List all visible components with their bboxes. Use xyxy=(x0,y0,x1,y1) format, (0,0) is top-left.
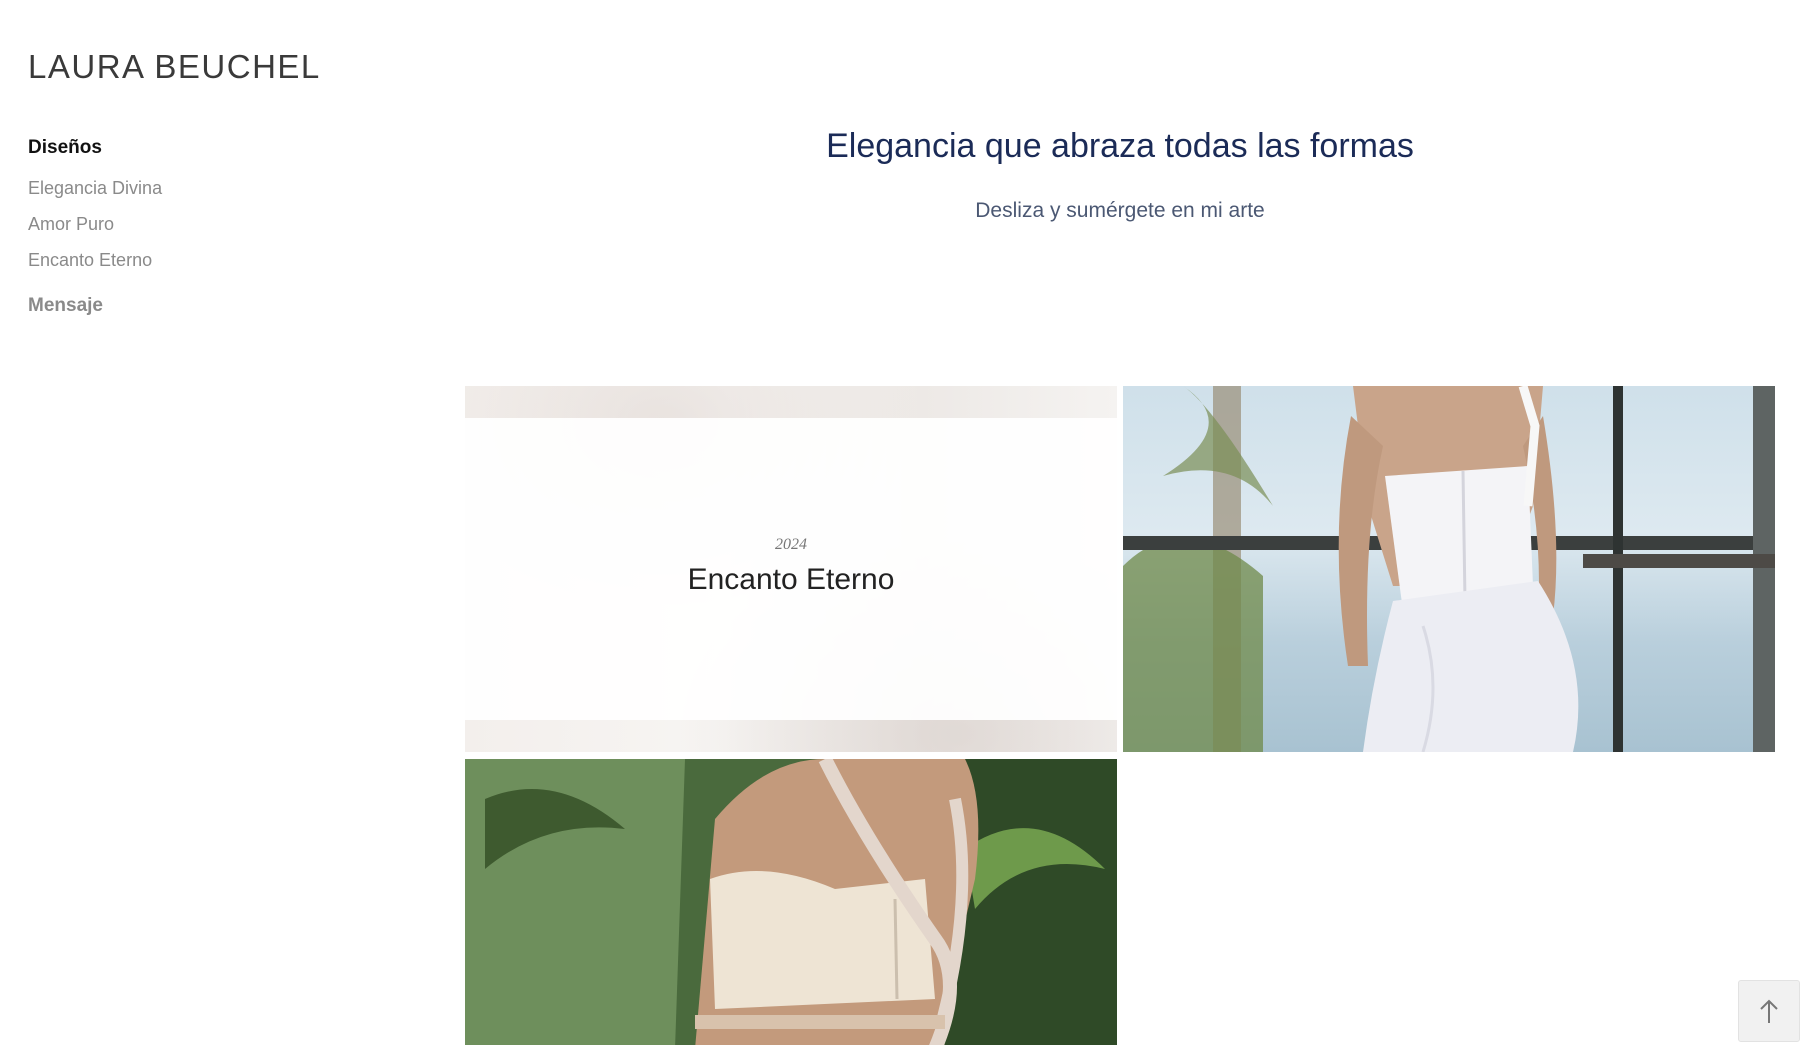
page-subtitle: Desliza y sumérgete en mi arte xyxy=(975,199,1265,222)
gallery-tile-encanto-eterno[interactable]: 2024 Encanto Eterno xyxy=(465,386,1117,752)
page: LAURA BEUCHEL Diseños Elegancia Divina A… xyxy=(0,0,1802,1045)
site-logo[interactable]: LAURA BEUCHEL xyxy=(28,48,321,86)
tile-title: Encanto Eterno xyxy=(687,563,895,596)
nav-item-encanto-eterno[interactable]: Encanto Eterno xyxy=(28,242,288,278)
back-to-top-button[interactable] xyxy=(1738,980,1800,1042)
gallery-tile-dress-garden[interactable] xyxy=(465,759,1117,1045)
gallery-tile-dress-window[interactable] xyxy=(1123,386,1775,752)
arrow-up-icon xyxy=(1760,999,1778,1023)
tile-caption: 2024 Encanto Eterno xyxy=(465,534,1117,600)
gallery-image-beaded-strap-dress xyxy=(465,759,1117,1045)
sidebar-nav: Diseños Elegancia Divina Amor Puro Encan… xyxy=(28,134,288,320)
nav-item-elegancia-divina[interactable]: Elegancia Divina xyxy=(28,170,288,206)
nav-item-amor-puro[interactable]: Amor Puro xyxy=(28,206,288,242)
page-title: Elegancia que abraza todas las formas xyxy=(826,127,1414,165)
nav-item-mensaje[interactable]: Mensaje xyxy=(28,292,288,320)
nav-items: Elegancia Divina Amor Puro Encanto Etern… xyxy=(28,170,288,278)
nav-section-disenos[interactable]: Diseños xyxy=(28,134,288,162)
gallery-image-white-corset-dress xyxy=(1123,386,1775,752)
tile-year: 2024 xyxy=(775,536,807,553)
